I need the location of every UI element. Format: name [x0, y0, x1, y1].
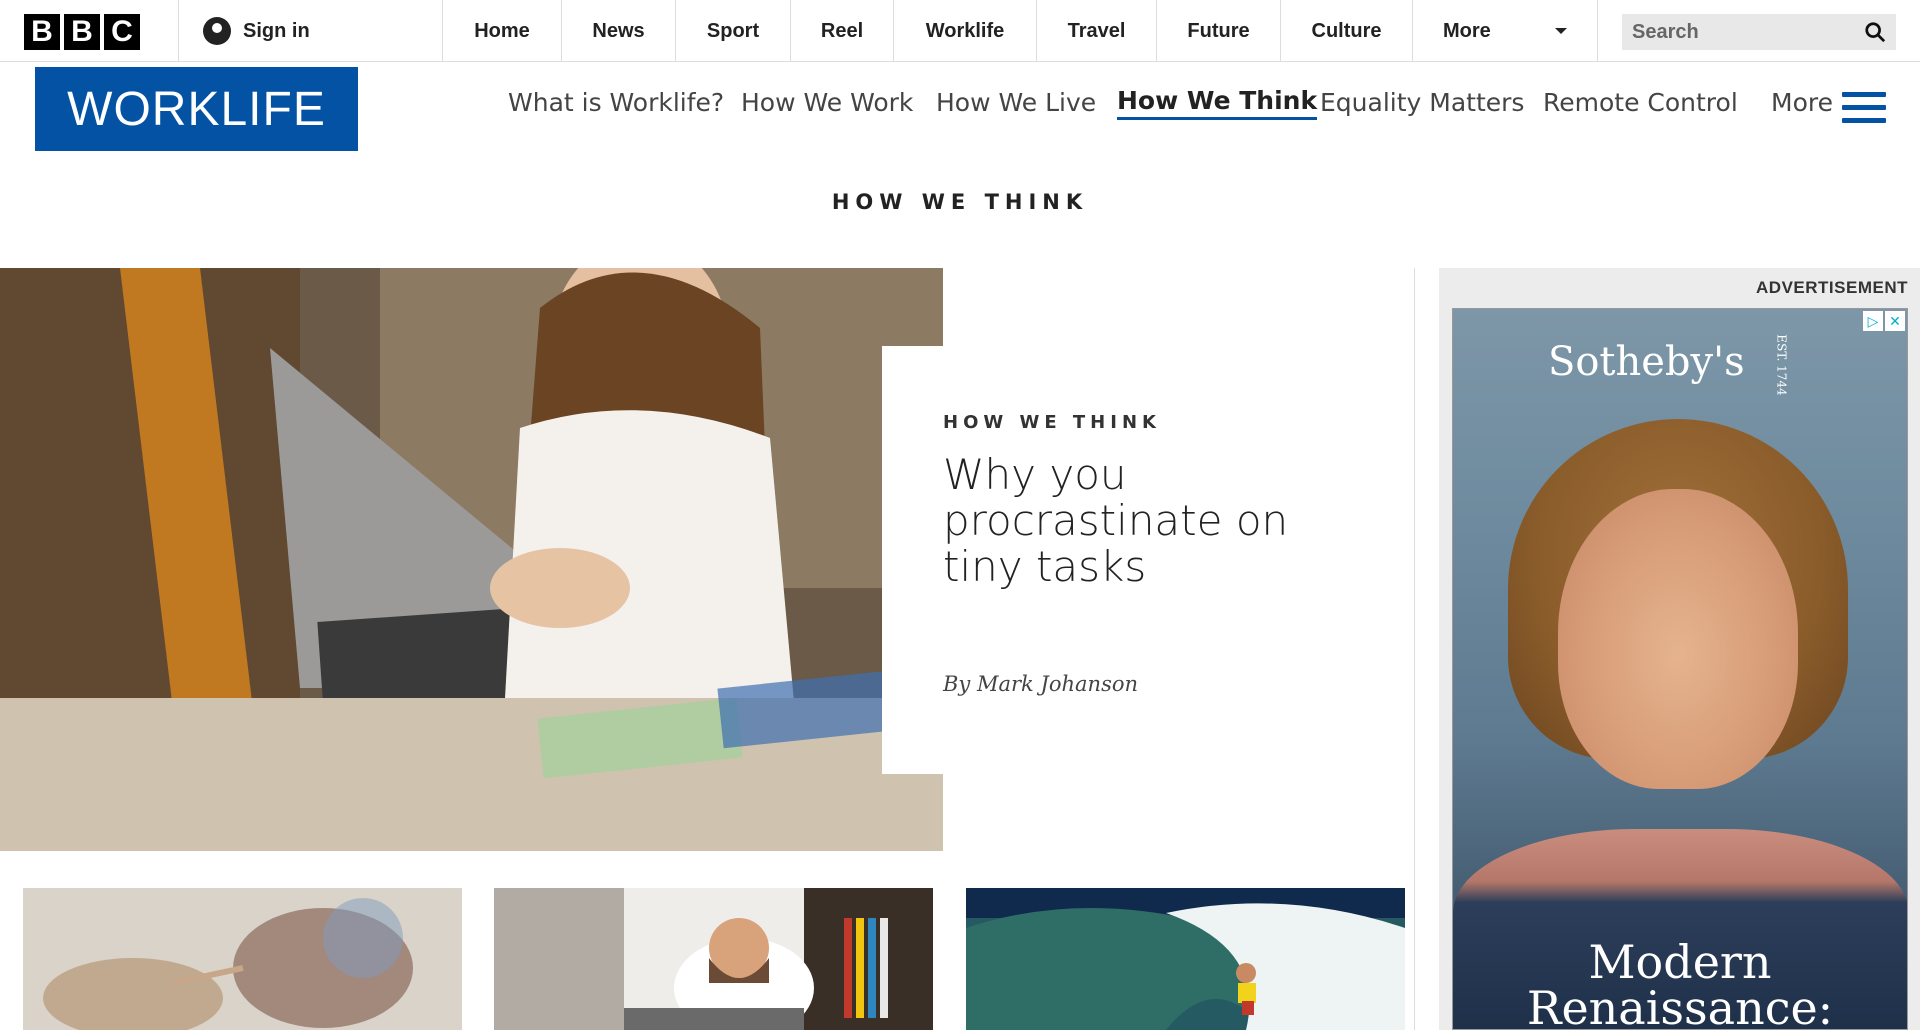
advertisement: ADVERTISEMENT Sotheby's EST. 1744 Modern …	[1439, 268, 1920, 1030]
close-icon[interactable]: ✕	[1885, 311, 1905, 331]
feature-photo-illustration	[0, 268, 943, 851]
ad-portrait-face	[1558, 489, 1798, 789]
nav-reel[interactable]: Reel	[791, 0, 894, 62]
nav-travel[interactable]: Travel	[1037, 0, 1157, 62]
column-divider	[1414, 268, 1415, 1030]
worklife-nav-how-we-work[interactable]: How We Work	[741, 88, 913, 117]
adchoices-icon[interactable]: ▷	[1863, 311, 1883, 331]
search-box	[1622, 14, 1896, 50]
section-title: HOW WE THINK	[831, 190, 1089, 214]
sign-in-label: Sign in	[243, 19, 310, 42]
nav-home[interactable]: Home	[443, 0, 562, 62]
nav-worklife[interactable]: Worklife	[894, 0, 1037, 62]
ad-brand-est: EST. 1744	[1774, 334, 1789, 396]
worklife-nav-equality-matters[interactable]: Equality Matters	[1320, 88, 1524, 117]
feature-image[interactable]	[0, 268, 943, 851]
bbc-top-nav: Home News Sport Reel Worklife Travel Fut…	[443, 0, 1598, 62]
nav-sport[interactable]: Sport	[676, 0, 791, 62]
search-input[interactable]	[1632, 20, 1852, 44]
ad-brand-name: Sotheby's	[1547, 339, 1745, 385]
thumbnail-illustration	[23, 888, 462, 1030]
hamburger-menu-icon[interactable]	[1842, 92, 1886, 126]
ad-controls: ▷ ✕	[1863, 311, 1905, 331]
search-icon[interactable]	[1864, 21, 1886, 43]
advertisement-label: ADVERTISEMENT	[1756, 278, 1908, 297]
account-icon	[203, 17, 231, 45]
worklife-nav-how-we-think[interactable]: How We Think	[1117, 86, 1318, 120]
caret-down-icon	[1555, 28, 1567, 34]
story-thumbnail[interactable]	[966, 888, 1405, 1030]
worklife-nav-how-we-live[interactable]: How We Live	[936, 88, 1096, 117]
feature-byline: By Mark Johanson	[943, 672, 1139, 696]
nav-more-label: More	[1443, 19, 1491, 42]
bbc-logo-letter: B	[64, 14, 100, 50]
bbc-logo-letter: B	[24, 14, 60, 50]
thumbnail-illustration	[966, 888, 1405, 1030]
ad-brand-logo: Sotheby's EST. 1744	[1453, 334, 1907, 395]
bbc-logo[interactable]: B B C	[24, 14, 140, 50]
nav-more-dropdown[interactable]: More	[1413, 0, 1598, 62]
bbc-logo-letter: C	[104, 14, 140, 50]
ad-headline: Modern Renaissance:	[1526, 935, 1834, 1030]
worklife-nav-what-is-worklife[interactable]: What is Worklife?	[508, 88, 724, 117]
feature-headline[interactable]: Why you procrastinate on tiny tasks	[943, 452, 1323, 590]
bbc-global-header: B B C Sign in Home News Sport Reel Workl…	[0, 0, 1920, 62]
worklife-nav: What is Worklife? How We Work How We Liv…	[0, 86, 1920, 128]
worklife-nav-remote-control[interactable]: Remote Control	[1543, 88, 1738, 117]
nav-future[interactable]: Future	[1157, 0, 1281, 62]
sign-in-link[interactable]: Sign in	[178, 0, 443, 62]
nav-culture[interactable]: Culture	[1281, 0, 1413, 62]
story-thumbnail[interactable]	[23, 888, 462, 1030]
nav-news[interactable]: News	[562, 0, 676, 62]
story-thumbnail[interactable]	[494, 888, 933, 1030]
thumbnail-illustration	[494, 888, 933, 1030]
worklife-nav-more[interactable]: More	[1771, 88, 1833, 117]
feature-kicker[interactable]: HOW WE THINK	[943, 412, 1161, 433]
ad-creative[interactable]: Sotheby's EST. 1744 Modern Renaissance: ▷…	[1452, 308, 1908, 1030]
